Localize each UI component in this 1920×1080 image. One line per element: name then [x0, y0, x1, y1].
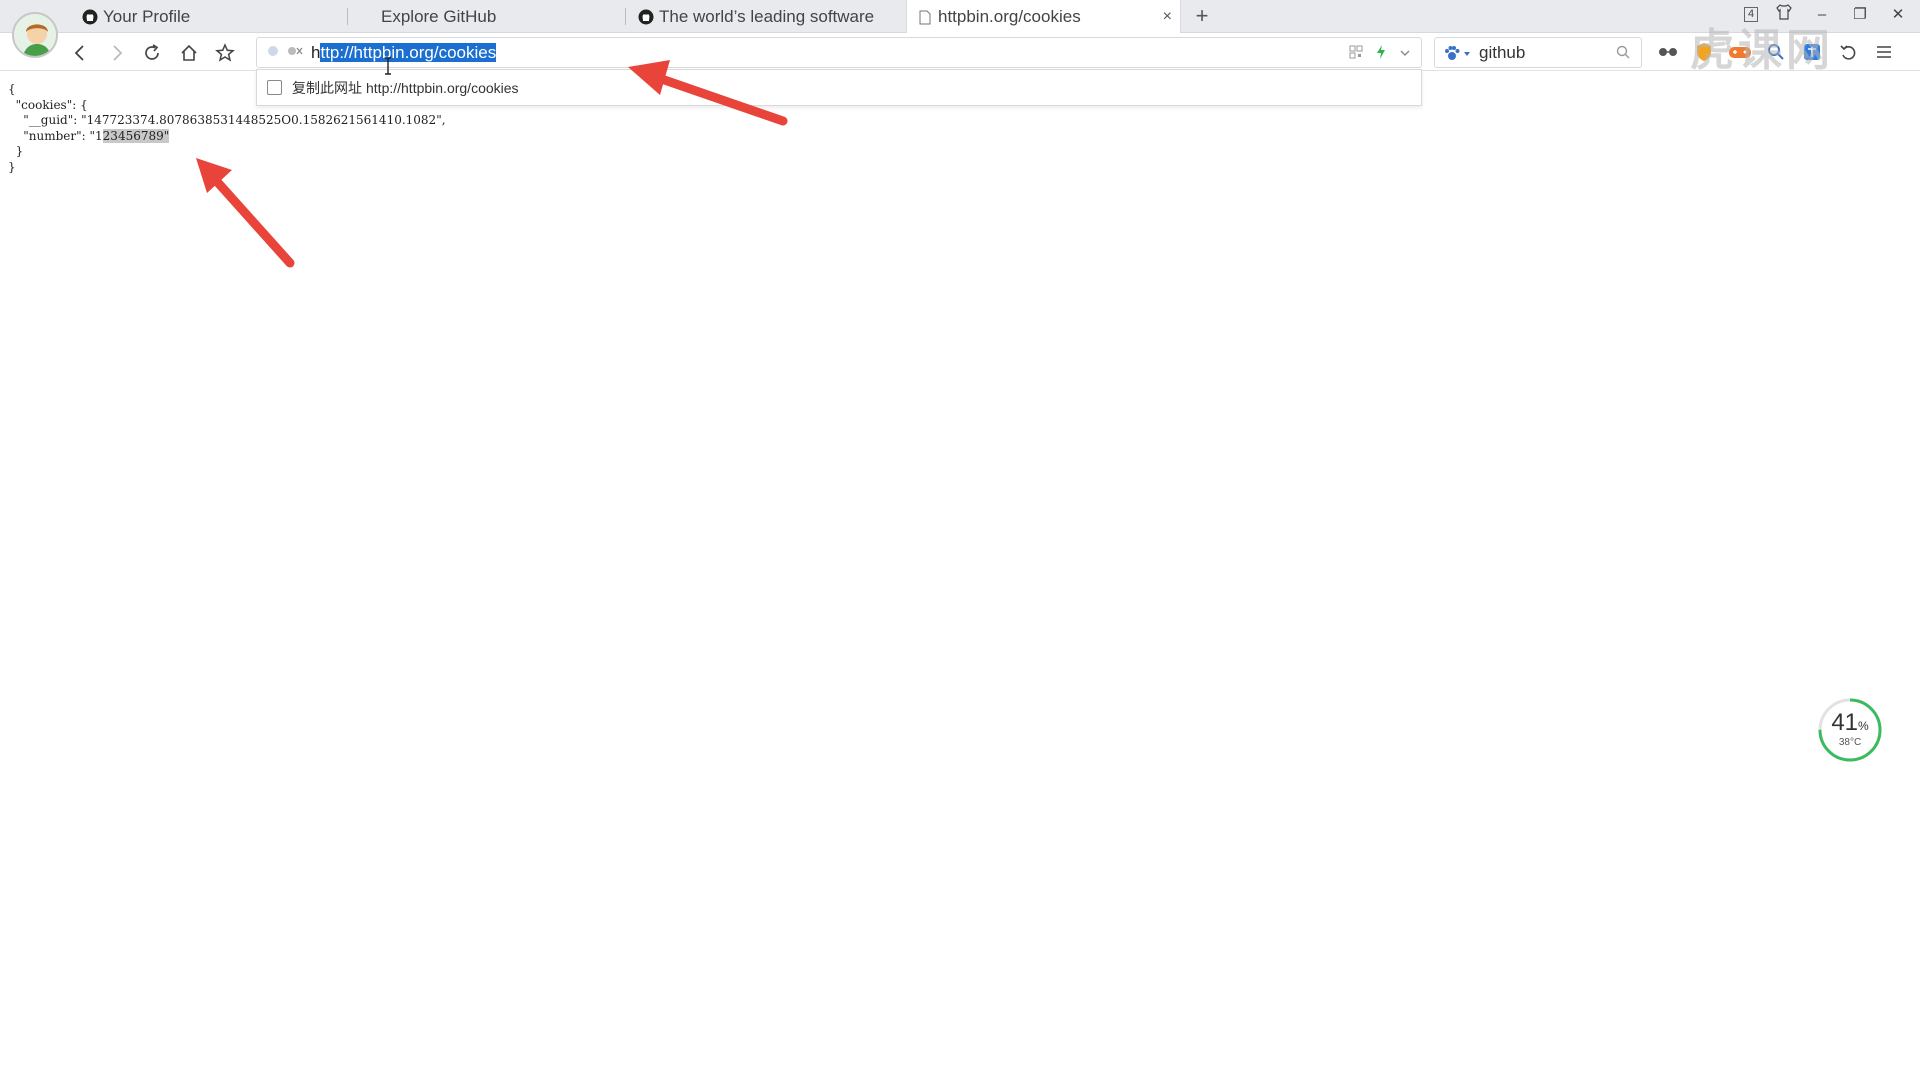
url-text[interactable]: http://httpbin.org/cookies	[311, 42, 497, 63]
address-left-icons	[267, 44, 303, 62]
restore-button[interactable]: ❐	[1848, 5, 1872, 23]
tab-explore-github[interactable]: Explore GitHub	[370, 0, 620, 33]
site-info-icon[interactable]	[267, 44, 279, 62]
search-input[interactable]: github	[1479, 43, 1525, 63]
tab-divider	[347, 8, 348, 25]
tab-count-badge[interactable]: 4	[1744, 6, 1758, 22]
copy-url-value[interactable]: http://httpbin.org/cookies	[366, 80, 519, 96]
forward-button[interactable]	[104, 40, 130, 66]
copy-url-label[interactable]: 复制此网址	[292, 78, 362, 98]
toolbar: http://httpbin.org/cookies github	[0, 33, 1920, 71]
baidu-paw-icon[interactable]	[1443, 44, 1471, 62]
page-icon	[917, 9, 933, 25]
shirt-icon[interactable]	[1772, 4, 1796, 24]
close-icon[interactable]: ×	[1163, 8, 1172, 26]
tab-label: httpbin.org/cookies	[938, 7, 1081, 26]
github-icon	[638, 9, 654, 25]
search-icon[interactable]	[1615, 44, 1631, 65]
cpu-usage-widget[interactable]: 41% 38°C	[1817, 697, 1883, 763]
menu-icon[interactable]	[1871, 40, 1897, 64]
lightning-icon[interactable]	[1375, 44, 1387, 65]
undo-icon[interactable]	[1835, 40, 1861, 64]
json-line: {	[8, 82, 16, 96]
json-number-prefix: "number": "1	[23, 128, 103, 143]
cookie-blocked-icon[interactable]	[287, 44, 303, 62]
address-bar[interactable]: http://httpbin.org/cookies	[256, 37, 1422, 68]
tab-github-home[interactable]: The world’s leading software c	[638, 0, 878, 33]
tab-label: The world’s leading software c	[659, 6, 878, 26]
tab-strip: Your Profile Explore GitHub The world’s …	[0, 0, 1920, 34]
glasses-icon[interactable]	[1655, 40, 1681, 64]
temperature-label: 38°C	[1838, 737, 1862, 748]
tab-label: Explore GitHub	[381, 6, 497, 26]
minimize-button[interactable]: –	[1810, 6, 1834, 23]
cpu-percent: 41%	[1831, 709, 1869, 736]
json-number-line: "number": "123456789"	[23, 128, 170, 143]
chevron-down-icon[interactable]	[1399, 46, 1411, 64]
search-box[interactable]: github	[1434, 37, 1642, 68]
tab-httpbin-cookies[interactable]: httpbin.org/cookies ×	[906, 0, 1181, 34]
mouse-cursor-icon	[382, 57, 394, 80]
back-button[interactable]	[67, 40, 93, 66]
avatar[interactable]	[12, 12, 58, 58]
tab-your-profile[interactable]: Your Profile	[82, 0, 344, 33]
address-dropdown: 复制此网址 http://httpbin.org/cookies	[256, 69, 1422, 106]
json-line: }	[8, 159, 16, 174]
github-icon	[82, 9, 98, 25]
url-selected: ttp://httpbin.org/cookies	[320, 42, 497, 62]
tab-label: Your Profile	[103, 6, 191, 26]
json-guid-line: "__guid": "147723374.8078638531448525O0.…	[23, 113, 446, 127]
json-line: }	[15, 144, 24, 158]
window-controls: 4 – ❐ ✕	[1744, 4, 1910, 24]
reload-button[interactable]	[139, 40, 165, 66]
close-window-button[interactable]: ✕	[1886, 5, 1910, 23]
address-right-icons	[1349, 44, 1411, 65]
copy-url-checkbox[interactable]	[267, 80, 282, 95]
json-line: "cookies": {	[15, 97, 88, 112]
qr-code-icon[interactable]	[1349, 45, 1363, 64]
json-number-highlight: 23456789"	[102, 128, 170, 143]
new-tab-button[interactable]: +	[1190, 3, 1214, 29]
chevron-down-icon	[1463, 45, 1471, 61]
bookmark-star-button[interactable]	[212, 40, 238, 66]
home-button[interactable]	[176, 40, 202, 66]
tab-divider	[625, 8, 626, 25]
